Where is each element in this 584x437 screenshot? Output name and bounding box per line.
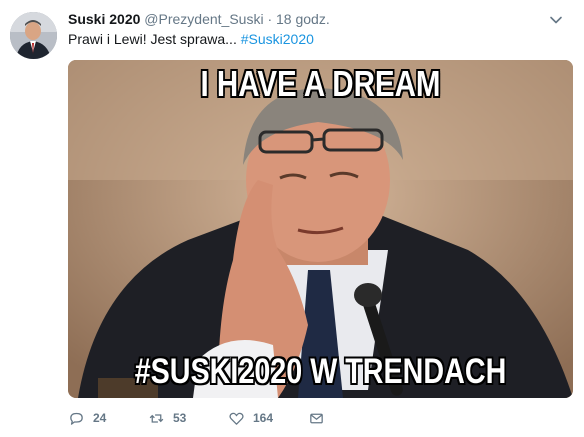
meme-caption-top: I HAVE A DREAM	[200, 63, 441, 104]
retweet-icon	[149, 413, 164, 423]
reply-button[interactable]: 24	[68, 408, 106, 428]
avatar-image	[10, 12, 57, 59]
meme-photo	[68, 60, 573, 398]
retweet-count: 53	[173, 411, 187, 425]
heart-icon	[229, 412, 244, 425]
retweet-button[interactable]: 53	[148, 408, 186, 428]
direct-message-button[interactable]	[308, 408, 333, 428]
display-name[interactable]: Suski 2020	[68, 11, 140, 27]
chevron-down-icon[interactable]	[548, 12, 564, 28]
timestamp[interactable]: 18 godz.	[276, 11, 330, 27]
hashtag-link[interactable]: #Suski2020	[241, 31, 314, 47]
tweet-body: Prawi i Lewi! Jest sprawa...	[68, 31, 237, 47]
user-handle[interactable]: @Prezydent_Suski	[144, 11, 263, 27]
tweet-header: Suski 2020 @Prezydent_Suski · 18 godz.	[68, 10, 330, 28]
separator: ·	[267, 11, 273, 27]
reply-icon	[70, 412, 83, 425]
like-button[interactable]: 164	[228, 408, 273, 428]
meme-caption-bottom: #SUSKI2020 W TRENDACH	[134, 352, 507, 391]
tweet-text: Prawi i Lewi! Jest sprawa... #Suski2020	[68, 30, 314, 48]
reply-count: 24	[93, 411, 107, 425]
envelope-icon	[310, 413, 323, 423]
like-count: 164	[253, 411, 274, 425]
tweet-actions: 24 53 164	[68, 408, 368, 428]
tweet-media-image[interactable]: I HAVE A DREAM #SUSKI2020 W TRENDACH	[68, 60, 573, 398]
avatar[interactable]	[10, 12, 57, 59]
